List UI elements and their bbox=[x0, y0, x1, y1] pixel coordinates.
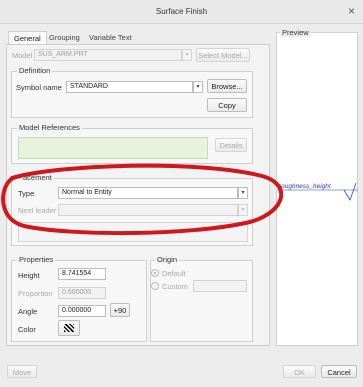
proportion-label: Proportion bbox=[18, 289, 53, 298]
color-label: Color bbox=[18, 325, 36, 334]
origin-title: Origin bbox=[155, 255, 180, 264]
custom-label: Custom bbox=[162, 282, 188, 291]
definition-title: Definition bbox=[17, 66, 53, 75]
proportion-field[interactable]: 0.600000 bbox=[58, 287, 106, 299]
preview-title: Preview bbox=[280, 28, 311, 37]
custom-origin-field[interactable] bbox=[193, 280, 247, 292]
default-radio[interactable] bbox=[151, 269, 159, 277]
color-button[interactable] bbox=[58, 320, 80, 336]
symbol-name-field[interactable]: STANDARD bbox=[66, 81, 193, 93]
tab-grouping[interactable]: Grouping bbox=[44, 31, 85, 45]
window-title: Surface Finish bbox=[155, 7, 208, 16]
close-icon[interactable]: × bbox=[348, 4, 355, 18]
symbol-dropdown-icon[interactable]: ▾ bbox=[193, 81, 203, 93]
model-field[interactable]: SUS_ARM.PRT bbox=[34, 49, 182, 61]
symbol-name-label: Symbol name bbox=[16, 83, 62, 92]
tab-variable-text[interactable]: Variable Text bbox=[84, 31, 137, 45]
cancel-button[interactable]: Cancel bbox=[321, 365, 357, 378]
color-swatch-icon bbox=[64, 324, 74, 332]
height-label: Height bbox=[18, 271, 40, 280]
angle-label: Angle bbox=[18, 307, 38, 316]
tab-general[interactable]: General bbox=[8, 31, 47, 45]
select-model-button[interactable]: Select Model... bbox=[196, 48, 250, 62]
copy-button[interactable]: Copy bbox=[207, 98, 247, 112]
height-field[interactable]: 8.741554 bbox=[58, 268, 106, 280]
angle-field[interactable]: 0.000000 bbox=[58, 305, 106, 317]
model-references-title: Model References bbox=[17, 123, 82, 132]
details-button[interactable]: Details bbox=[215, 138, 247, 152]
model-label: Model bbox=[12, 51, 33, 60]
annotation-circle bbox=[1, 163, 284, 236]
ok-button[interactable]: OK bbox=[283, 365, 316, 378]
default-label: Default bbox=[162, 269, 186, 278]
custom-radio[interactable] bbox=[151, 282, 159, 290]
rotate-90-button[interactable]: +90 bbox=[110, 303, 130, 317]
move-button[interactable]: Move bbox=[7, 365, 37, 378]
model-dropdown-icon[interactable]: ▾ bbox=[182, 49, 192, 61]
references-collector[interactable] bbox=[18, 137, 208, 159]
properties-title: Properties bbox=[17, 255, 56, 264]
browse-button[interactable]: Browse... bbox=[207, 79, 247, 93]
